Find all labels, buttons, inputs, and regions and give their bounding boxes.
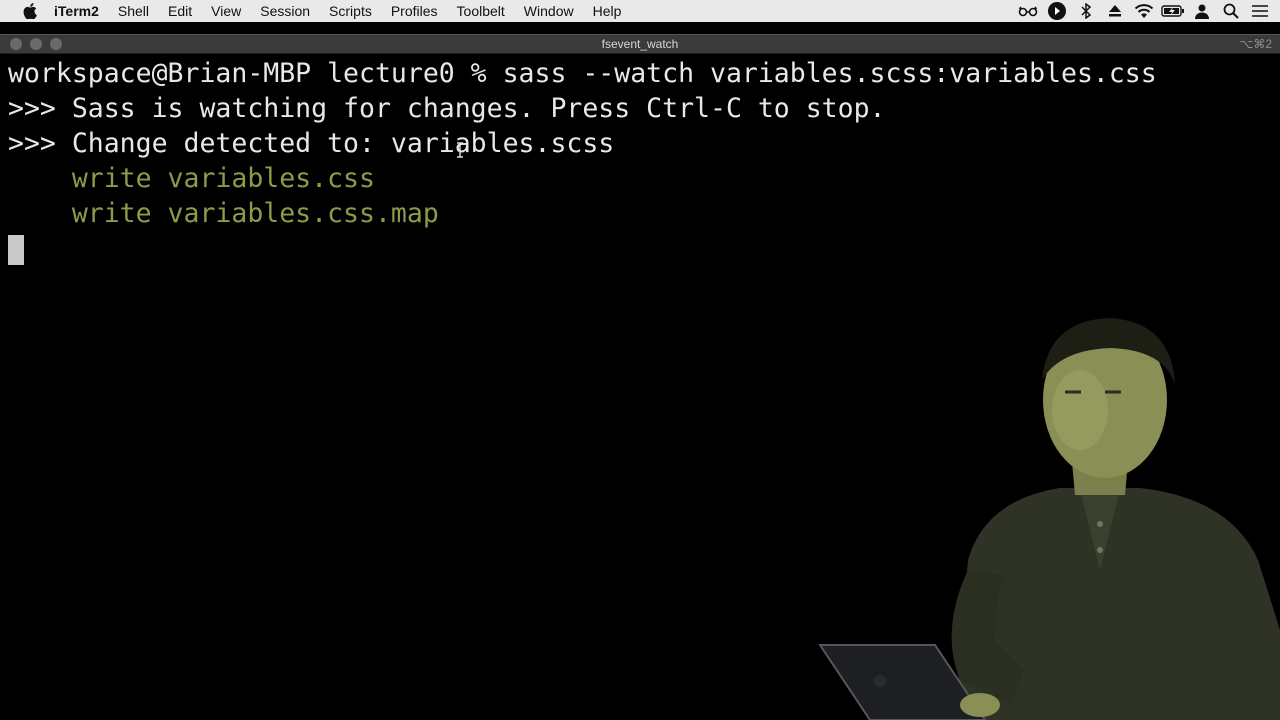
search-icon[interactable] [1219, 0, 1243, 22]
menu-profiles[interactable]: Profiles [391, 3, 438, 19]
window-title-bar[interactable]: fsevent_watch ⌥⌘2 [0, 34, 1280, 54]
write-output-line: write variables.css [8, 163, 375, 194]
menu-scripts[interactable]: Scripts [329, 3, 372, 19]
menu-app-iterm2[interactable]: iTerm2 [54, 3, 99, 19]
prompt-line: workspace@Brian-MBP lecture0 % sass --wa… [8, 58, 1157, 89]
text-cursor [8, 235, 24, 265]
menu-view[interactable]: View [211, 3, 241, 19]
sass-status-line: >>> Sass is watching for changes. Press … [8, 93, 886, 124]
wifi-icon[interactable] [1132, 0, 1156, 22]
list-icon[interactable] [1248, 0, 1272, 22]
battery-charging-icon[interactable] [1161, 0, 1185, 22]
menu-help[interactable]: Help [593, 3, 622, 19]
menu-session[interactable]: Session [260, 3, 310, 19]
write-output-line: write variables.css.map [8, 198, 439, 229]
window-title: fsevent_watch [601, 37, 679, 51]
status-area [1011, 0, 1272, 22]
cursor-line [8, 231, 1272, 266]
sass-status-line: >>> Change detected to: variables.scss [8, 128, 615, 159]
menu-window[interactable]: Window [524, 3, 574, 19]
bluetooth-icon[interactable] [1074, 0, 1098, 22]
window-shortcut: ⌥⌘2 [1239, 37, 1272, 51]
menu-edit[interactable]: Edit [168, 3, 192, 19]
apple-icon[interactable] [20, 3, 40, 19]
ibeam-cursor-icon [455, 142, 465, 158]
play-circle-icon[interactable] [1045, 0, 1069, 22]
glasses-icon[interactable] [1016, 0, 1040, 22]
menu-shell[interactable]: Shell [118, 3, 149, 19]
user-icon[interactable] [1190, 0, 1214, 22]
menu-bar: iTerm2 Shell Edit View Session Scripts P… [0, 0, 1280, 22]
presenter-video [780, 310, 1280, 720]
eject-icon[interactable] [1103, 0, 1127, 22]
menu-toolbelt[interactable]: Toolbelt [457, 3, 505, 19]
